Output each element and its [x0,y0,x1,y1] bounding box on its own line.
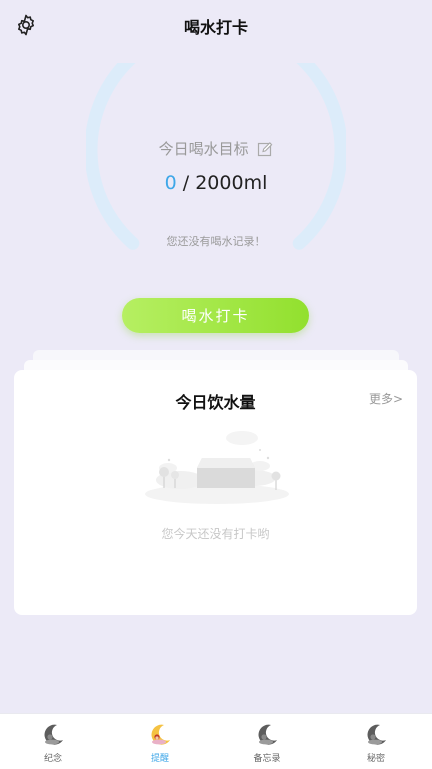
goal-label: 今日喝水目标 [158,140,249,158]
moon-figure-icon [44,724,63,745]
intake-amount: 0 / 2000ml [0,172,432,194]
current-intake: 0 [164,172,177,194]
moon-figure-icon [367,724,386,745]
target-intake: 2000ml [195,172,268,194]
more-link[interactable]: 更多> [369,390,403,407]
tab-secret[interactable]: 秘密 [336,722,416,768]
edit-icon[interactable] [257,141,273,161]
tab-notes[interactable]: 备忘录 [227,722,307,768]
moon-figure-icon [258,724,277,745]
empty-state-text: 您今天还没有打卡哟 [161,527,270,541]
bottom-tab-bar: 纪念 提醒 备忘录 秘密 [0,713,432,769]
checkin-button[interactable]: 喝水打卡 [122,298,309,333]
tab-label: 提醒 [150,754,169,764]
top-bar: 喝水打卡 [0,0,432,50]
today-intake-card: 今日饮水量 更多> 您今天还没有打卡哟 [14,370,417,615]
no-record-hint: 您还没有喝水记录！ [166,235,266,248]
tab-label: 备忘录 [253,754,281,764]
tab-label: 秘密 [366,754,385,764]
tab-reminder[interactable]: 提醒 [120,722,200,768]
card-title: 今日饮水量 [175,393,256,412]
tab-label: 纪念 [43,754,62,764]
amount-separator: / [176,172,196,194]
moon-figure-icon [151,724,170,745]
daily-goal: 今日喝水目标 [0,138,432,161]
page-title: 喝水打卡 [183,18,248,37]
empty-box-illustration [145,431,289,504]
tab-memorial[interactable]: 纪念 [13,722,93,768]
